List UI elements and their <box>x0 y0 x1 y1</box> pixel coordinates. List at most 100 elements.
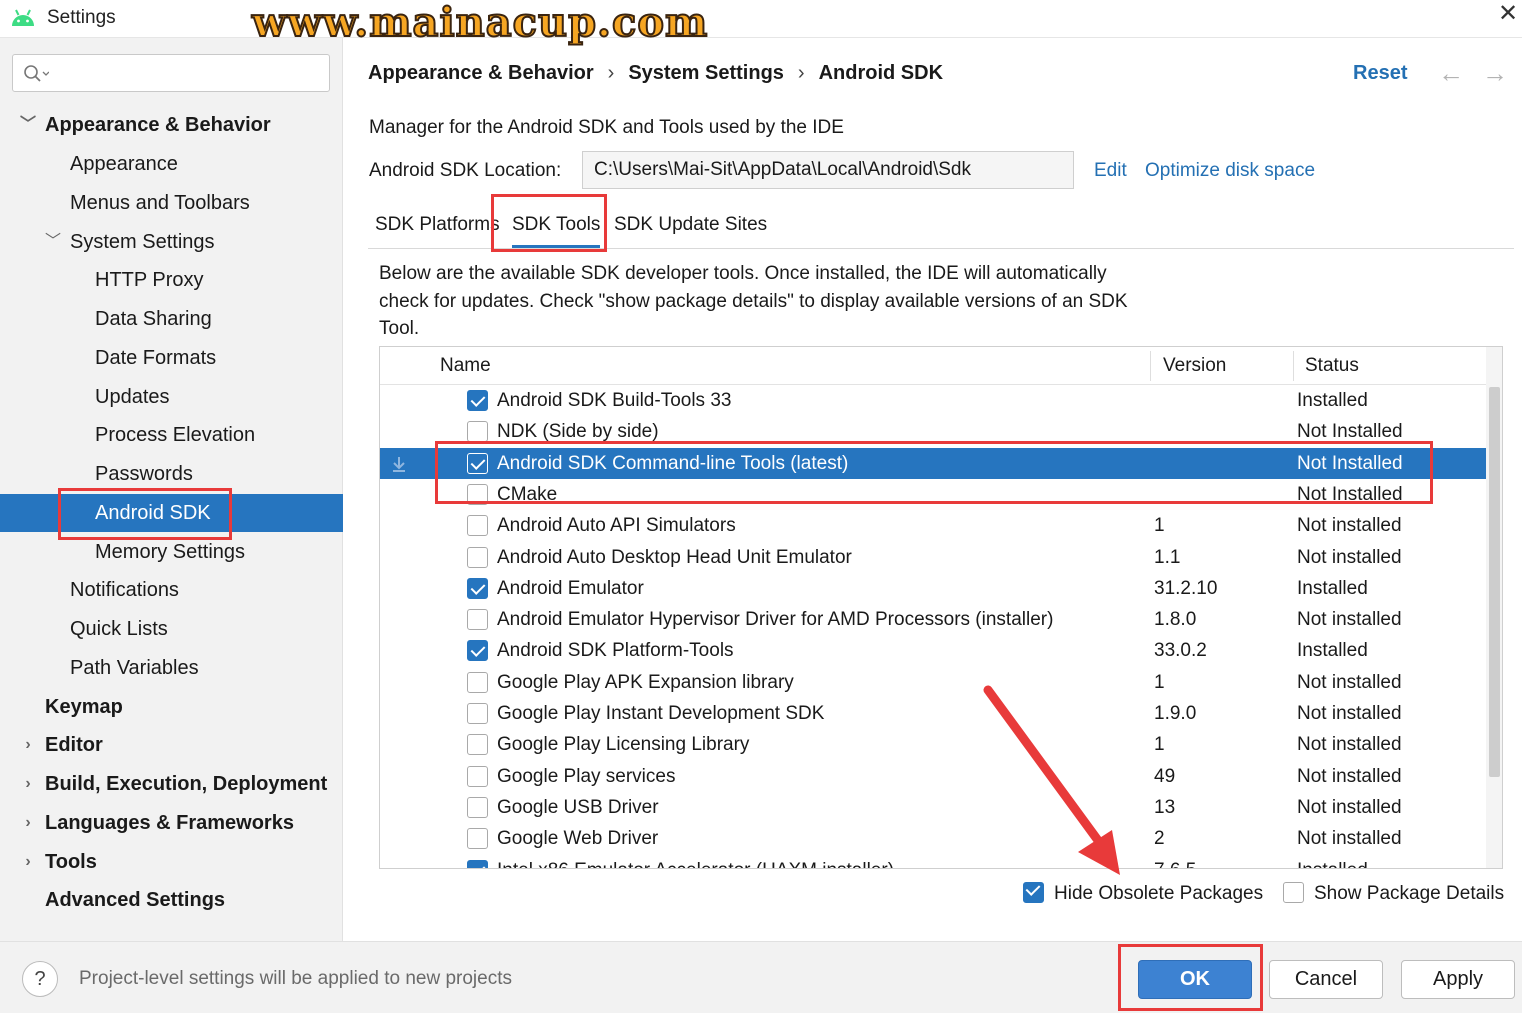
cancel-button[interactable]: Cancel <box>1269 960 1383 999</box>
cell-version: 1 <box>1154 671 1165 693</box>
sidebar-item-editor[interactable]: › Editor <box>0 726 343 764</box>
table-row[interactable]: Google Play APK Expansion library 1 Not in… <box>380 667 1486 698</box>
table-row[interactable]: Google Play services 49 Not installed <box>380 761 1486 792</box>
cell-version: 2 <box>1154 828 1165 850</box>
row-checkbox[interactable] <box>467 734 488 756</box>
chevron-right-icon[interactable]: › <box>20 843 36 881</box>
hide-obsolete-checkbox[interactable] <box>1023 882 1044 903</box>
tab-sdk-platforms[interactable]: SDK Platforms <box>375 212 500 248</box>
chevron-down-icon[interactable]: ﹀ <box>20 106 36 144</box>
sidebar-item-memory-settings[interactable]: Memory Settings <box>0 533 343 571</box>
table-row[interactable]: Android SDK Command-line Tools (latest) N… <box>380 447 1486 479</box>
breadcrumb-separator: › <box>797 62 805 84</box>
sidebar-item-tools[interactable]: › Tools <box>0 843 343 881</box>
help-button[interactable]: ? <box>22 961 58 997</box>
table-row[interactable]: NDK (Side by side) Not Installed <box>380 416 1486 447</box>
forward-arrow-icon[interactable]: → <box>1482 58 1508 89</box>
optimize-disk-space-link[interactable]: Optimize disk space <box>1145 160 1315 182</box>
chevron-right-icon[interactable]: › <box>20 804 36 842</box>
table-scrollbar[interactable] <box>1486 347 1502 868</box>
column-header-status[interactable]: Status <box>1294 347 1359 385</box>
download-icon <box>393 456 405 472</box>
table-row[interactable]: Google Play Licensing Library 1 Not instal… <box>380 729 1486 760</box>
cell-name: Intel x86 Emulator Accelerator (HAXM ins… <box>497 855 894 869</box>
row-checkbox[interactable] <box>467 483 488 505</box>
breadcrumb: Appearance & Behavior › System Settings › An… <box>368 62 943 85</box>
sidebar-item-build-execution[interactable]: › Build, Execution, Deployment <box>0 765 343 803</box>
tab-sdk-tools[interactable]: SDK Tools <box>512 212 601 248</box>
title-bar: Settings www.mainacup.com ✕ <box>0 0 1522 45</box>
table-row[interactable]: Android SDK Build-Tools 33 Installed <box>380 385 1486 416</box>
row-checkbox[interactable] <box>467 703 488 724</box>
table-row[interactable]: Google Web Driver 2 Not installed <box>380 823 1486 854</box>
column-header-version[interactable]: Version <box>1152 347 1226 385</box>
sidebar-item-path-variables[interactable]: Path Variables <box>0 649 343 687</box>
row-checkbox[interactable] <box>467 452 488 474</box>
sidebar-item-android-sdk[interactable]: Android SDK <box>0 494 343 532</box>
table-row[interactable]: Intel x86 Emulator Accelerator (HAXM ins… <box>380 855 1486 869</box>
sidebar-item-label: Advanced Settings <box>45 889 226 911</box>
sidebar-item-date-formats[interactable]: Date Formats <box>0 339 343 377</box>
sidebar-item-process-elevation[interactable]: Process Elevation <box>0 416 343 454</box>
row-checkbox[interactable] <box>467 515 488 537</box>
sidebar-item-appearance-behavior[interactable]: ﹀ Appearance & Behavior <box>0 106 343 144</box>
ok-button[interactable]: OK <box>1138 960 1252 999</box>
row-checkbox[interactable] <box>467 546 488 568</box>
table-row[interactable]: CMake Not Installed <box>380 479 1486 510</box>
row-checkbox[interactable] <box>467 796 488 818</box>
table-row[interactable]: Android Auto API Simulators 1 Not installe… <box>380 510 1486 541</box>
cell-status: Not installed <box>1297 703 1402 724</box>
cell-status: Not installed <box>1297 796 1402 818</box>
search-field[interactable] <box>12 54 330 92</box>
row-checkbox[interactable] <box>467 828 488 850</box>
tab-sdk-update-sites[interactable]: SDK Update Sites <box>614 212 767 248</box>
sidebar-item-system-settings[interactable]: ﹀ System Settings <box>0 223 343 261</box>
sidebar-item-data-sharing[interactable]: Data Sharing <box>0 300 343 338</box>
row-checkbox[interactable] <box>467 765 488 787</box>
back-arrow-icon[interactable]: ← <box>1438 58 1464 89</box>
sidebar-item-updates[interactable]: Updates <box>0 378 343 416</box>
chevron-right-icon[interactable]: › <box>20 726 36 764</box>
search-icon <box>24 65 49 82</box>
row-checkbox[interactable] <box>467 577 488 599</box>
chevron-right-icon[interactable]: › <box>20 765 36 803</box>
table-row[interactable]: Android Emulator 31.2.10 Installed <box>380 573 1486 604</box>
scrollbar-thumb[interactable] <box>1489 387 1500 777</box>
table-row[interactable]: Android Emulator Hypervisor Driver for A… <box>380 604 1486 635</box>
row-checkbox[interactable] <box>467 640 488 662</box>
hide-obsolete-option[interactable]: Hide Obsolete Packages <box>1023 880 1263 908</box>
table-row[interactable]: Android SDK Platform-Tools 33.0.2 Installe… <box>380 635 1486 666</box>
sidebar-item-languages-frameworks[interactable]: › Languages & Frameworks <box>0 804 343 842</box>
edit-link[interactable]: Edit <box>1094 160 1127 182</box>
row-checkbox[interactable] <box>467 609 488 631</box>
sidebar-item-passwords[interactable]: Passwords <box>0 455 343 493</box>
apply-button[interactable]: Apply <box>1401 960 1515 999</box>
table-row[interactable]: Google USB Driver 13 Not installed <box>380 792 1486 823</box>
sdk-location-field[interactable]: C:\Users\Mai-Sit\AppData\Local\Android\S… <box>582 151 1074 189</box>
sidebar-item-quick-lists[interactable]: Quick Lists <box>0 610 343 648</box>
sidebar-item-notifications[interactable]: Notifications <box>0 571 343 609</box>
cell-status: Not installed <box>1297 609 1402 631</box>
show-details-option[interactable]: Show Package Details <box>1283 880 1504 908</box>
close-icon[interactable]: ✕ <box>1494 0 1522 28</box>
show-details-checkbox[interactable] <box>1283 882 1304 903</box>
sdk-location-label: Android SDK Location: <box>369 160 562 181</box>
sidebar-item-http-proxy[interactable]: HTTP Proxy <box>0 261 343 299</box>
chevron-down-icon[interactable]: ﹀ <box>45 223 61 261</box>
search-input[interactable] <box>57 61 321 85</box>
sidebar-item-menus-toolbars[interactable]: Menus and Toolbars <box>0 184 343 222</box>
table-row[interactable]: Android Auto Desktop Head Unit Emulator 1… <box>380 542 1486 573</box>
sidebar-item-appearance[interactable]: Appearance <box>0 145 343 183</box>
reset-button[interactable]: Reset <box>1353 62 1407 85</box>
row-checkbox[interactable] <box>467 421 488 443</box>
column-header-name[interactable]: Name <box>429 347 491 385</box>
row-checkbox[interactable] <box>467 859 488 868</box>
tabs-divider <box>368 248 1514 249</box>
cell-status: Installed <box>1297 577 1368 599</box>
column-divider <box>1150 351 1151 381</box>
row-checkbox[interactable] <box>467 390 488 411</box>
row-checkbox[interactable] <box>467 671 488 693</box>
sidebar-item-advanced-settings[interactable]: Advanced Settings <box>0 881 343 919</box>
sidebar-item-keymap[interactable]: Keymap <box>0 688 343 726</box>
table-row[interactable]: Google Play Instant Development SDK 1.9.0… <box>380 698 1486 729</box>
